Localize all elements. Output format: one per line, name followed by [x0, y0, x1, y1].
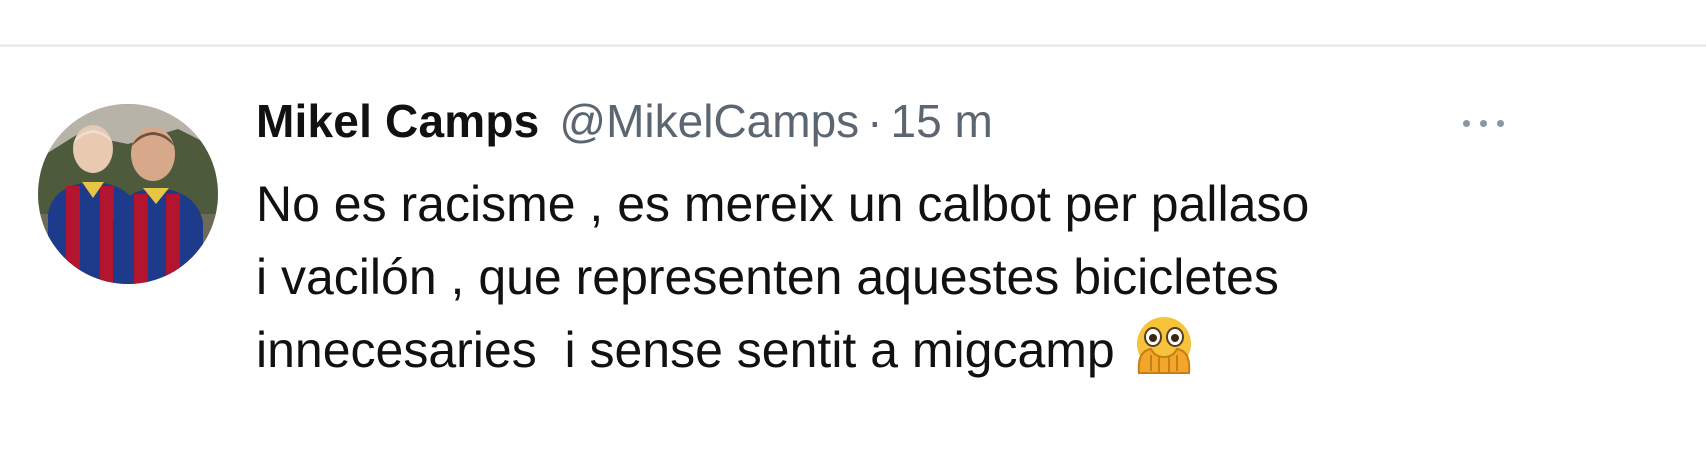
- more-dot: [1462, 119, 1470, 127]
- user-handle[interactable]: @MikelCamps: [559, 94, 859, 148]
- tweet-header: Mikel Camps @MikelCamps · 15 m: [256, 94, 993, 154]
- avatar-photo: [38, 104, 218, 284]
- tweet-text: No es racisme , es mereix un calbot per …: [256, 168, 1676, 387]
- tweet-text-line: innecesaries i sense sentit a migcamp: [256, 322, 1115, 378]
- more-options-icon[interactable]: [1448, 105, 1518, 141]
- separator-dot: ·: [867, 95, 883, 147]
- display-name[interactable]: Mikel Camps: [256, 94, 539, 148]
- tweet-text-line-last: innecesaries i sense sentit a migcamp: [256, 314, 1676, 387]
- tweet-text-line: No es racisme , es mereix un calbot per …: [256, 176, 1310, 232]
- tweet-text-line: i vacilón , que representen aquestes bic…: [256, 249, 1279, 305]
- more-dot: [1496, 119, 1504, 127]
- avatar[interactable]: [38, 104, 218, 284]
- face-with-open-eyes-and-hand-over-mouth-icon: [1136, 317, 1191, 374]
- more-dot: [1479, 119, 1487, 127]
- timestamp[interactable]: 15 m: [891, 94, 993, 148]
- page: Mikel Camps @MikelCamps · 15 m No es rac…: [0, 0, 1706, 457]
